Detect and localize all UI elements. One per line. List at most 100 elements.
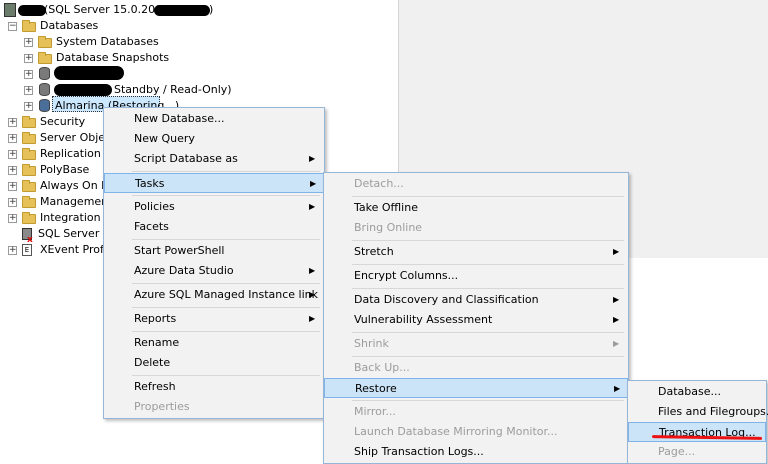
server-objects-node[interactable]: + Server Objects xyxy=(8,130,121,146)
submenu-arrow-icon: ▶ xyxy=(613,339,620,348)
expand-icon[interactable]: + xyxy=(8,150,17,159)
menu-script-database-as[interactable]: Script Database as ▶ xyxy=(104,149,324,169)
expand-icon[interactable]: + xyxy=(8,166,17,175)
menu-facets[interactable]: Facets xyxy=(104,217,324,237)
database-snapshots-label: Database Snapshots xyxy=(56,51,170,64)
menu-take-offline[interactable]: Take Offline xyxy=(324,198,628,218)
label: Reports xyxy=(134,312,177,325)
label: Page... xyxy=(658,445,696,458)
redacted-login xyxy=(154,5,210,16)
folder-icon xyxy=(22,180,36,192)
submenu-arrow-icon: ▶ xyxy=(309,154,316,163)
folder-icon xyxy=(22,212,36,224)
menu-policies[interactable]: Policies ▶ xyxy=(104,197,324,217)
menu-separator xyxy=(352,332,624,333)
expand-icon[interactable]: + xyxy=(24,86,33,95)
menu-ship-transaction-logs[interactable]: Ship Transaction Logs... xyxy=(324,442,628,462)
menu-tasks[interactable]: Tasks ▶ xyxy=(104,173,324,193)
menu-refresh[interactable]: Refresh xyxy=(104,377,324,397)
label: Encrypt Columns... xyxy=(354,269,459,282)
agent-node[interactable]: x SQL Server Ag xyxy=(22,226,117,245)
expand-icon[interactable]: + xyxy=(8,246,17,255)
expand-icon[interactable]: + xyxy=(8,134,17,143)
security-node[interactable]: + Security xyxy=(8,114,108,130)
menu-azure-sql-mi-link[interactable]: Azure SQL Managed Instance link ▶ xyxy=(104,285,324,305)
label: Data Discovery and Classification xyxy=(354,293,539,306)
menu-back-up: Back Up... xyxy=(324,358,628,378)
folder-icon xyxy=(22,164,36,176)
folder-icon xyxy=(22,20,36,32)
expand-icon[interactable]: + xyxy=(8,118,17,127)
management-node[interactable]: + Management xyxy=(8,194,112,210)
menu-restore-database[interactable]: Database... xyxy=(628,382,766,402)
polybase-label: PolyBase xyxy=(40,163,90,176)
menu-separator xyxy=(352,196,624,197)
expand-icon[interactable]: + xyxy=(8,182,17,191)
label: Database... xyxy=(658,385,721,398)
database-node-redacted[interactable]: + xyxy=(24,66,224,82)
label: Rename xyxy=(134,336,180,349)
label: Tasks xyxy=(135,177,165,190)
polybase-node[interactable]: + PolyBase xyxy=(8,162,108,178)
always-on-label: Always On Hi xyxy=(40,179,113,192)
label: New Query xyxy=(134,132,195,145)
restoring-database-icon xyxy=(39,99,50,112)
always-on-node[interactable]: + Always On Hi xyxy=(8,178,113,194)
expand-icon[interactable]: + xyxy=(8,198,17,207)
menu-reports[interactable]: Reports ▶ xyxy=(104,309,324,329)
submenu-arrow-icon: ▶ xyxy=(309,266,316,275)
collapse-icon[interactable]: − xyxy=(8,22,17,31)
label: Restore xyxy=(355,382,397,395)
label: Azure SQL Managed Instance link xyxy=(134,288,318,301)
system-databases-node[interactable]: + System Databases xyxy=(24,34,224,50)
submenu-arrow-icon: ▶ xyxy=(309,290,316,299)
menu-separator xyxy=(132,307,320,308)
menu-separator xyxy=(352,356,624,357)
menu-stretch[interactable]: Stretch ▶ xyxy=(324,242,628,262)
database-snapshots-node[interactable]: + Database Snapshots xyxy=(24,50,224,66)
menu-separator xyxy=(352,264,624,265)
menu-vulnerability-assessment[interactable]: Vulnerability Assessment ▶ xyxy=(324,310,628,330)
label: Bring Online xyxy=(354,221,423,234)
submenu-arrow-icon: ▶ xyxy=(613,295,620,304)
expand-icon[interactable]: + xyxy=(24,54,33,63)
expand-icon[interactable]: + xyxy=(24,38,33,47)
menu-rename[interactable]: Rename xyxy=(104,333,324,353)
menu-start-powershell[interactable]: Start PowerShell xyxy=(104,241,324,261)
menu-separator xyxy=(352,240,624,241)
standby-database-icon xyxy=(39,83,50,96)
expand-icon[interactable]: + xyxy=(24,70,33,79)
label: Shrink xyxy=(354,337,389,350)
menu-restore[interactable]: Restore ▶ xyxy=(324,378,628,398)
expand-icon[interactable]: + xyxy=(8,214,17,223)
menu-data-discovery[interactable]: Data Discovery and Classification ▶ xyxy=(324,290,628,310)
menu-detach: Detach... xyxy=(324,174,628,194)
expand-icon[interactable]: + xyxy=(24,102,33,111)
replication-node[interactable]: + Replication xyxy=(8,146,108,162)
submenu-arrow-icon: ▶ xyxy=(309,314,316,323)
menu-separator xyxy=(132,195,320,196)
xevent-node[interactable]: + E XEvent Profile xyxy=(8,242,117,258)
menu-azure-data-studio[interactable]: Azure Data Studio ▶ xyxy=(104,261,324,281)
label: Facets xyxy=(134,220,169,233)
menu-new-query[interactable]: New Query xyxy=(104,129,324,149)
server-suffix-label: ) xyxy=(209,3,214,16)
menu-separator xyxy=(132,239,320,240)
server-node[interactable]: (SQL Server 15.0.2000.5 ) xyxy=(4,2,244,18)
label: Stretch xyxy=(354,245,394,258)
label: Azure Data Studio xyxy=(134,264,234,277)
label: Refresh xyxy=(134,380,176,393)
replication-label: Replication xyxy=(40,147,101,160)
restore-submenu: Database... Files and Filegroups... Tran… xyxy=(627,380,768,464)
integration-node[interactable]: + Integration Se xyxy=(8,210,118,226)
label: Files and Filegroups... xyxy=(658,405,768,418)
menu-encrypt-columns[interactable]: Encrypt Columns... xyxy=(324,266,628,286)
menu-properties: Properties xyxy=(104,397,324,417)
databases-node[interactable]: − Databases xyxy=(8,18,208,34)
menu-restore-files-filegroups[interactable]: Files and Filegroups... xyxy=(628,402,768,422)
menu-delete[interactable]: Delete xyxy=(104,353,324,373)
redacted-server-name xyxy=(18,5,46,16)
tasks-submenu: Detach... Take Offline Bring Online Stre… xyxy=(323,172,629,464)
menu-new-database[interactable]: New Database... xyxy=(104,109,324,129)
folder-icon xyxy=(22,132,36,144)
